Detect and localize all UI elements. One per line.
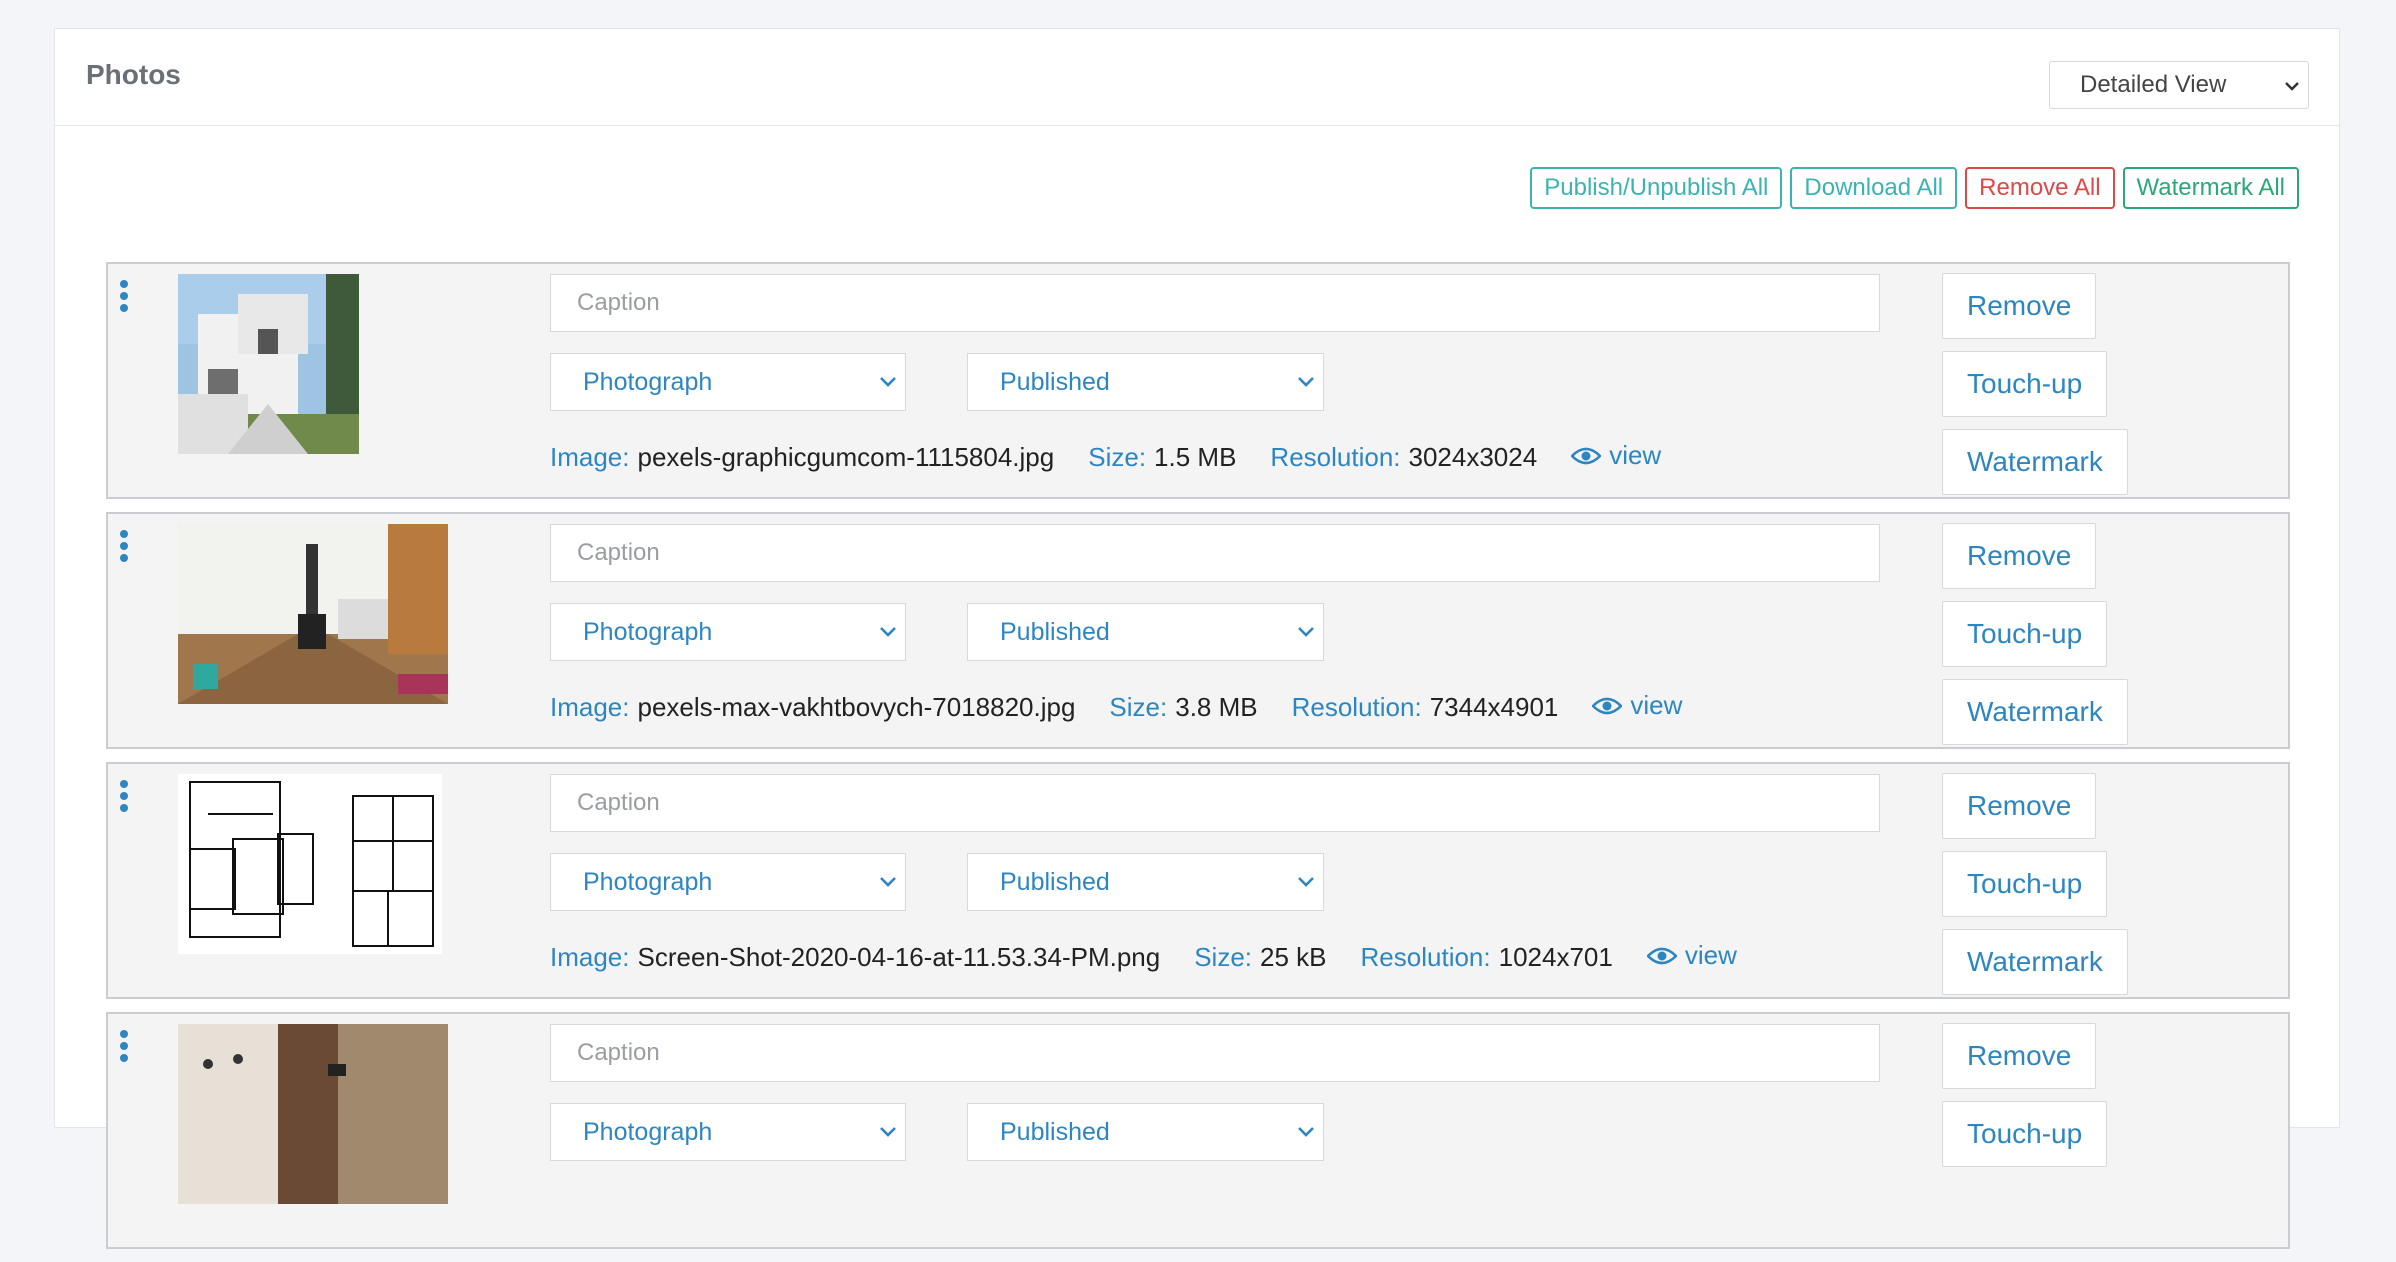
- publish-status-select[interactable]: Published: [967, 1103, 1324, 1161]
- chevron-down-icon: [1298, 1127, 1314, 1137]
- image-label: Image:: [550, 691, 630, 722]
- chevron-down-icon: [880, 377, 896, 387]
- resolution-label: Resolution:: [1360, 941, 1491, 972]
- photo-type-select[interactable]: Photograph: [550, 853, 906, 911]
- image-label: Image:: [550, 941, 630, 972]
- photo-type-value: Photograph: [583, 868, 713, 896]
- image-filename: pexels-max-vakhtbovych-7018820.jpg: [637, 691, 1076, 722]
- caption-input[interactable]: [550, 524, 1880, 582]
- drag-handle-icon[interactable]: [119, 780, 129, 812]
- photo-row: Photograph Published Image: pexels-graph…: [106, 262, 2290, 499]
- eye-icon: [1571, 447, 1602, 464]
- remove-button[interactable]: Remove: [1942, 1023, 2097, 1089]
- touch-up-button[interactable]: Touch-up: [1942, 601, 2108, 667]
- photo-thumbnail[interactable]: [178, 1024, 448, 1204]
- view-link[interactable]: view: [1646, 940, 1737, 971]
- view-mode-value: Detailed View: [2080, 71, 2227, 98]
- image-filename: Screen-Shot-2020-04-16-at-11.53.34-PM.pn…: [637, 941, 1161, 972]
- publish-status-value: Published: [1000, 618, 1110, 646]
- caption-input[interactable]: [550, 274, 1880, 332]
- chevron-down-icon: [2285, 82, 2299, 91]
- photo-row: Photograph Published Image: Screen-Shot-…: [106, 762, 2290, 999]
- watermark-button[interactable]: Watermark: [1942, 929, 2128, 995]
- size-label: Size:: [1194, 941, 1253, 972]
- chevron-down-icon: [1298, 877, 1314, 887]
- photo-type-value: Photograph: [583, 618, 713, 646]
- photo-meta: Image: pexels-max-vakhtbovych-7018820.jp…: [550, 690, 1682, 723]
- photos-panel: Photos Detailed View Publish/Unpublish A…: [54, 28, 2340, 1249]
- view-link-label: view: [1609, 440, 1662, 470]
- image-filename: pexels-graphicgumcom-1115804.jpg: [637, 441, 1055, 472]
- caption-input[interactable]: [550, 1024, 1880, 1082]
- image-size: 3.8 MB: [1175, 691, 1258, 722]
- publish-status-value: Published: [1000, 1118, 1110, 1146]
- caption-input[interactable]: [550, 774, 1880, 832]
- publish-status-value: Published: [1000, 368, 1110, 396]
- publish-status-value: Published: [1000, 868, 1110, 896]
- remove-button[interactable]: Remove: [1942, 273, 2097, 339]
- resolution-label: Resolution:: [1291, 691, 1422, 722]
- chevron-down-icon: [880, 877, 896, 887]
- image-label: Image:: [550, 441, 630, 472]
- publish-status-select[interactable]: Published: [967, 603, 1324, 661]
- photo-thumbnail[interactable]: [178, 524, 448, 704]
- publish-status-select[interactable]: Published: [967, 353, 1324, 411]
- floorplan-thumbnail[interactable]: [178, 774, 442, 954]
- photo-row: Photograph Published Remove Touch-up: [106, 1012, 2290, 1249]
- size-label: Size:: [1109, 691, 1168, 722]
- photo-row: Photograph Published Image: pexels-max-v…: [106, 512, 2290, 749]
- photo-thumbnail[interactable]: [178, 274, 359, 454]
- eye-icon: [1646, 947, 1677, 964]
- remove-all-button[interactable]: Remove All: [1965, 167, 2115, 209]
- photo-type-value: Photograph: [583, 368, 713, 396]
- remove-button[interactable]: Remove: [1942, 523, 2097, 589]
- watermark-all-button[interactable]: Watermark All: [2122, 167, 2299, 209]
- photo-meta: Image: pexels-graphicgumcom-1115804.jpg …: [550, 440, 1661, 473]
- photo-list: Photograph Published Image: pexels-graph…: [106, 262, 2290, 1262]
- photo-meta: Image: Screen-Shot-2020-04-16-at-11.53.3…: [550, 940, 1737, 973]
- resolution-label: Resolution:: [1270, 441, 1401, 472]
- eye-icon: [1592, 697, 1623, 714]
- touch-up-button[interactable]: Touch-up: [1942, 851, 2108, 917]
- watermark-button[interactable]: Watermark: [1942, 679, 2128, 745]
- image-resolution: 7344x4901: [1429, 691, 1559, 722]
- view-link[interactable]: view: [1571, 440, 1661, 471]
- chevron-down-icon: [880, 1127, 896, 1137]
- publish-status-select[interactable]: Published: [967, 853, 1324, 911]
- image-resolution: 3024x3024: [1408, 441, 1538, 472]
- panel-title: Photos: [86, 59, 181, 90]
- size-label: Size:: [1088, 441, 1147, 472]
- watermark-button[interactable]: Watermark: [1942, 429, 2128, 495]
- touch-up-button[interactable]: Touch-up: [1942, 351, 2108, 417]
- drag-handle-icon[interactable]: [119, 530, 129, 562]
- download-all-button[interactable]: Download All: [1790, 167, 1958, 209]
- image-size: 25 kB: [1260, 941, 1327, 972]
- photo-type-value: Photograph: [583, 1118, 713, 1146]
- chevron-down-icon: [880, 627, 896, 637]
- photo-type-select[interactable]: Photograph: [550, 353, 906, 411]
- bulk-actions: Publish/Unpublish All Download All Remov…: [1530, 167, 2299, 209]
- chevron-down-icon: [1298, 627, 1314, 637]
- photo-type-select[interactable]: Photograph: [550, 1103, 906, 1161]
- view-mode-select[interactable]: Detailed View: [2049, 61, 2309, 109]
- image-resolution: 1024x701: [1498, 941, 1613, 972]
- chevron-down-icon: [1298, 377, 1314, 387]
- image-size: 1.5 MB: [1154, 441, 1237, 472]
- drag-handle-icon[interactable]: [119, 1030, 129, 1062]
- touch-up-button[interactable]: Touch-up: [1942, 1101, 2108, 1167]
- photo-type-select[interactable]: Photograph: [550, 603, 906, 661]
- view-link-label: view: [1684, 940, 1737, 970]
- remove-button[interactable]: Remove: [1942, 773, 2097, 839]
- view-link-label: view: [1630, 690, 1683, 720]
- publish-unpublish-all-button[interactable]: Publish/Unpublish All: [1530, 167, 1783, 209]
- view-link[interactable]: view: [1592, 690, 1682, 721]
- panel-header: Photos Detailed View: [55, 29, 2339, 126]
- drag-handle-icon[interactable]: [119, 280, 129, 312]
